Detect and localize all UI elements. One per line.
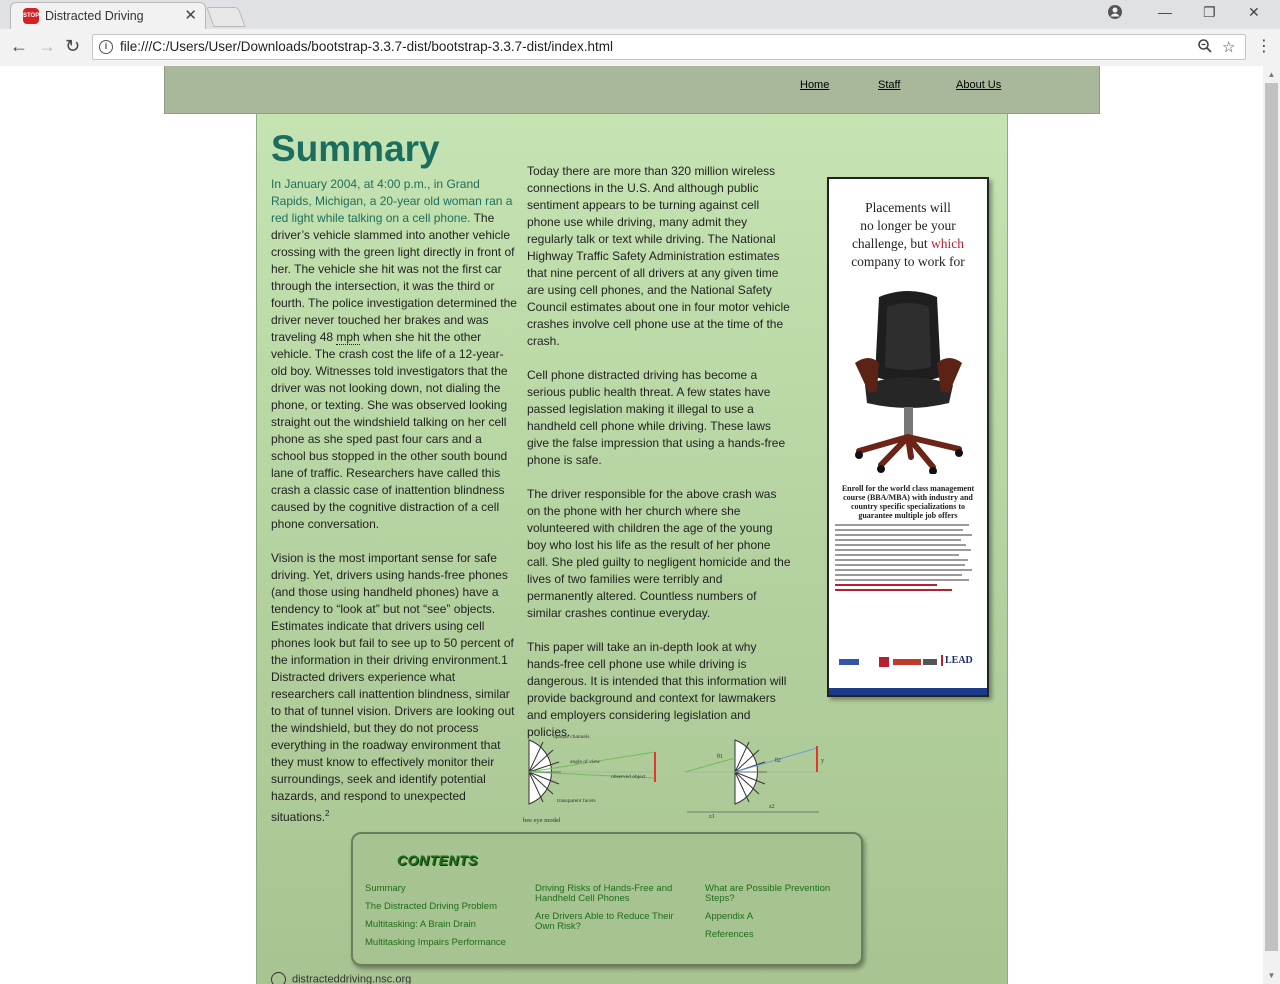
lead-logo: LEAD (941, 655, 973, 666)
column-middle: Today there are more than 320 million wi… (527, 163, 791, 758)
browser-tab[interactable]: STOP Distracted Driving ✕ (10, 2, 206, 29)
footer-url-text[interactable]: distracteddriving.nsc.org (292, 973, 411, 984)
bookmark-star-icon[interactable]: ☆ (1222, 38, 1235, 56)
scrollbar-thumb[interactable] (1265, 83, 1278, 951)
browser-chrome: STOP Distracted Driving ✕ — ❐ ✕ ← → ↻ i … (0, 0, 1280, 66)
ad-headline-line: company to work for (851, 254, 965, 269)
page-scrollbar[interactable]: ▲ ▼ (1263, 66, 1280, 984)
office-chair-image (855, 291, 963, 474)
toc-link-appendix-a[interactable]: Appendix A (705, 912, 845, 922)
tab-title: Distracted Driving (45, 9, 144, 23)
page-title: Summary (271, 128, 440, 169)
nav-home-link[interactable]: Home (800, 79, 829, 91)
diagram-label: opaque channels (553, 734, 590, 740)
paragraph: Vision is the most important sense for s… (271, 550, 517, 826)
mph-abbreviation: mph (336, 330, 360, 345)
stop-sign-icon: STOP (23, 8, 39, 24)
footnote-ref: 2 (325, 809, 330, 818)
browser-toolbar: ← → ↻ i file:///C:/Users/User/Downloads/… (0, 29, 1280, 66)
close-window-icon[interactable]: ✕ (1248, 4, 1260, 21)
main-content: Summary In January 2004, at 4:00 p.m., i… (256, 114, 1008, 984)
reload-icon[interactable]: ↻ (65, 36, 80, 57)
site-navbar: Home Staff About Us (164, 66, 1100, 114)
url-text[interactable]: file:///C:/Users/User/Downloads/bootstra… (120, 39, 613, 54)
diagram-label: angle of view (570, 758, 600, 765)
paragraph-text: Vision is the most important sense for s… (271, 551, 515, 824)
restore-icon[interactable]: ❐ (1203, 4, 1216, 21)
zoom-icon[interactable] (1197, 38, 1213, 58)
toc-link-problem[interactable]: The Distracted Driving Problem (365, 902, 525, 912)
diagram-label: y (821, 758, 824, 764)
info-icon[interactable]: i (99, 40, 113, 54)
contents-column: Driving Risks of Hands-Free and Handheld… (535, 884, 685, 940)
tab-strip: STOP Distracted Driving ✕ — ❐ ✕ (0, 0, 1280, 29)
back-arrow-icon[interactable]: ← (10, 36, 28, 57)
paragraph: In January 2004, at 4:00 p.m., in Grand … (271, 176, 517, 533)
diagram-label: θ2 (775, 758, 781, 764)
globe-icon (271, 972, 286, 984)
contents-column: What are Possible Prevention Steps? Appe… (705, 884, 845, 948)
paragraph: Today there are more than 320 million wi… (527, 164, 790, 348)
paragraph: This paper will take an in-depth look at… (527, 640, 787, 739)
contents-title: CONTENTS (397, 852, 478, 868)
diagram-label: θ1 (717, 754, 723, 760)
page-viewport: Home Staff About Us Summary In January 2… (0, 66, 1263, 984)
diagram-label: observed object (611, 774, 646, 780)
ad-enroll-text: Enroll for the world class management co… (841, 484, 975, 520)
paragraph-text: The driver’s vehicle slammed into anothe… (271, 211, 517, 344)
paragraph: Cell phone distracted driving has become… (527, 368, 786, 467)
footer-source: distracteddriving.nsc.org (271, 972, 411, 984)
toc-link-summary[interactable]: Summary (365, 884, 525, 894)
nav-about-link[interactable]: About Us (956, 79, 1001, 91)
toc-link-references[interactable]: References (705, 930, 845, 940)
diagram-caption: bee eye model (523, 817, 561, 824)
ad-headline-line: no longer be your (860, 218, 956, 233)
ad-headline-text: challenge, but (851, 236, 932, 251)
contents-box: CONTENTS Summary The Distracted Driving … (351, 832, 863, 966)
scroll-up-arrow-icon[interactable]: ▲ (1263, 66, 1280, 83)
toc-link-prevention[interactable]: What are Possible Prevention Steps? (705, 884, 845, 904)
paragraph-text: when she hit the other vehicle. The cras… (271, 330, 508, 531)
ad-headline-line: challenge, but which (829, 235, 987, 253)
ad-headline: Placements will no longer be your challe… (829, 199, 987, 271)
column-left: In January 2004, at 4:00 p.m., in Grand … (271, 176, 517, 843)
menu-dots-icon[interactable]: ⋮ (1256, 36, 1272, 56)
toc-link-reduce-risk[interactable]: Are Drivers Able to Reduce Their Own Ris… (535, 912, 685, 932)
placement-advertisement[interactable]: Placements will no longer be your challe… (827, 177, 989, 697)
diagram-label: z1 (709, 814, 715, 820)
toc-link-brain-drain[interactable]: Multitasking: A Brain Drain (365, 920, 525, 930)
close-tab-icon[interactable]: ✕ (184, 6, 197, 24)
forward-arrow-icon[interactable]: → (38, 36, 56, 57)
ad-headline-line: Placements will (865, 200, 951, 215)
scroll-down-arrow-icon[interactable]: ▼ (1263, 967, 1280, 984)
new-tab-button[interactable] (206, 7, 246, 27)
profile-icon[interactable] (1107, 4, 1123, 23)
diagram-label: transparent facets (557, 797, 596, 804)
diagram-label: z2 (769, 804, 775, 810)
nav-staff-link[interactable]: Staff (878, 79, 900, 91)
toc-link-performance[interactable]: Multitasking Impairs Performance (365, 938, 525, 948)
toc-link-driving-risks[interactable]: Driving Risks of Hands-Free and Handheld… (535, 884, 685, 904)
contents-column: Summary The Distracted Driving Problem M… (365, 884, 525, 956)
paragraph: The driver responsible for the above cra… (527, 487, 791, 620)
address-bar[interactable]: i file:///C:/Users/User/Downloads/bootst… (92, 34, 1246, 60)
minimize-icon[interactable]: — (1158, 4, 1172, 20)
ad-footer-bar (829, 688, 987, 695)
ad-fine-print (835, 524, 981, 639)
ad-headline-highlight: which (931, 236, 965, 251)
bee-eye-model-diagram: opaque channels angle of view observed o… (523, 734, 824, 824)
